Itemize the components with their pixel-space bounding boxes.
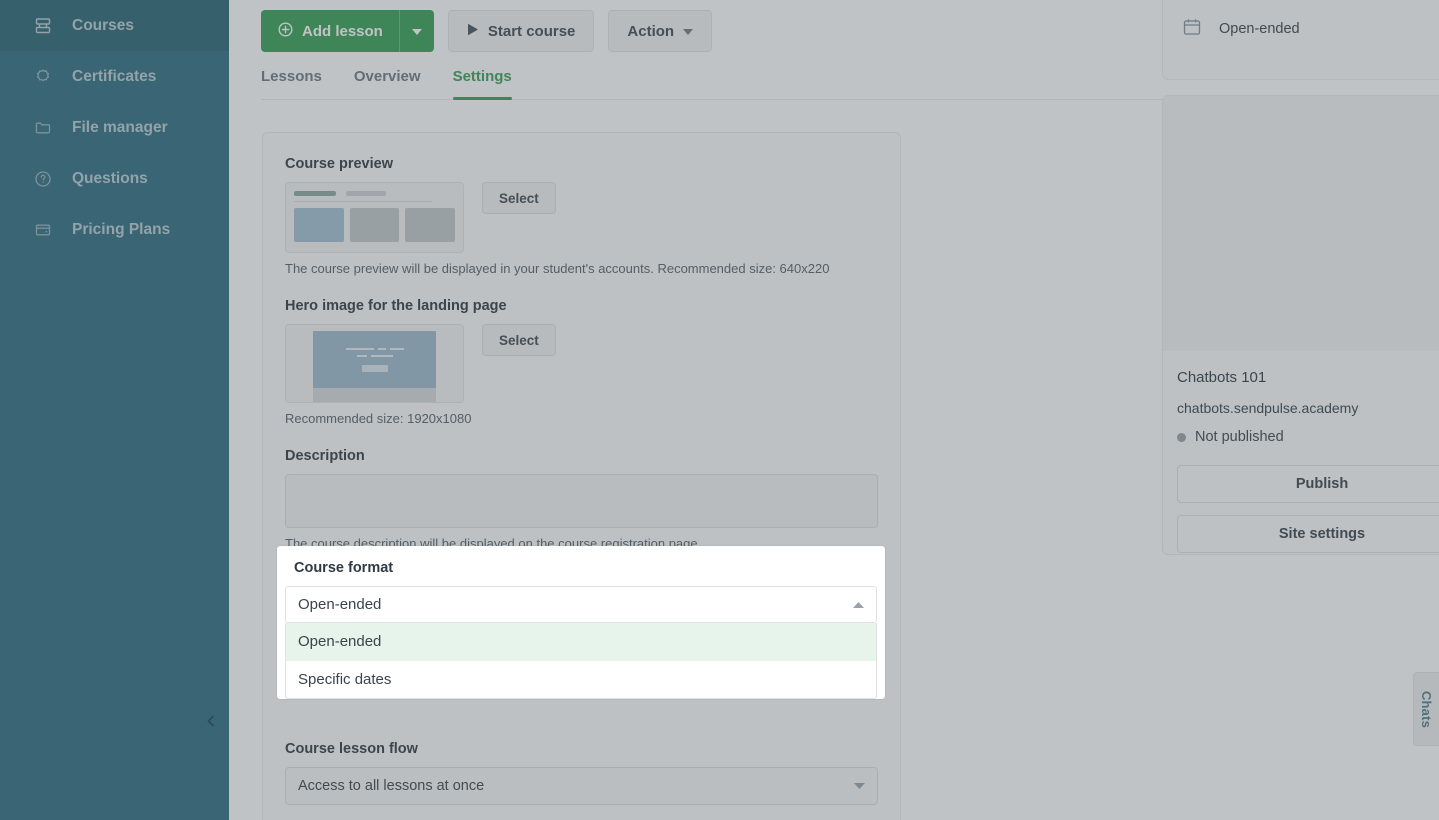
course-format-popup: Course format Open-ended Open-ended Spec…: [277, 546, 885, 699]
course-format-option-open-ended[interactable]: Open-ended: [286, 623, 876, 661]
course-format-select[interactable]: Open-ended: [285, 586, 877, 623]
course-format-option-specific-dates[interactable]: Specific dates: [286, 661, 876, 699]
course-format-label: Course format: [294, 560, 394, 576]
caret-up-icon: [853, 596, 864, 613]
course-format-value: Open-ended: [298, 596, 382, 613]
course-format-options-list: Open-ended Specific dates: [285, 623, 877, 699]
